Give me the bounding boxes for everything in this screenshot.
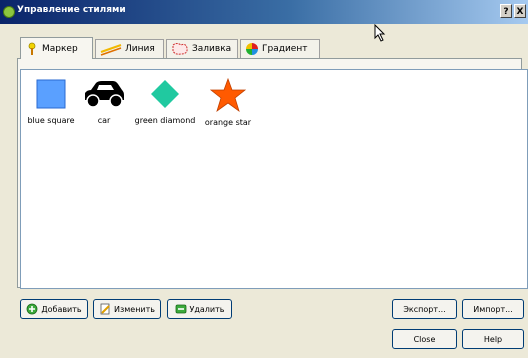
remove-icon <box>175 304 186 314</box>
marker-icon <box>28 42 36 55</box>
window-title: Управление стилями <box>17 5 126 15</box>
symbol-item-blue-square[interactable]: blue square <box>27 78 75 125</box>
tab-fill[interactable]: Заливка <box>166 39 238 58</box>
symbol-label: green diamond <box>134 116 196 125</box>
tab-fill-label: Заливка <box>192 44 232 54</box>
tab-gradient[interactable]: Градиент <box>240 39 320 58</box>
add-icon <box>26 303 38 315</box>
import-button-label: Импорт... <box>473 304 513 314</box>
symbol-item-green-diamond[interactable]: green diamond <box>131 78 199 125</box>
tab-line[interactable]: Линия <box>95 39 164 58</box>
tab-marker[interactable]: Маркер <box>20 37 93 59</box>
tab-marker-label: Маркер <box>42 43 78 54</box>
help-button-label: Help <box>483 334 503 344</box>
edit-icon <box>100 303 110 315</box>
remove-button[interactable]: Удалить <box>167 299 232 319</box>
close-title-button[interactable]: X <box>514 4 526 18</box>
symbol-item-orange-star[interactable]: orange star <box>201 78 255 127</box>
symbol-label: car <box>97 116 111 125</box>
fill-icon <box>172 43 188 55</box>
tab-line-label: Линия <box>125 44 155 54</box>
close-button[interactable]: Close <box>392 329 457 349</box>
symbol-item-car[interactable]: car <box>79 78 129 125</box>
gradient-icon <box>246 43 258 55</box>
symbol-label: blue square <box>27 116 75 125</box>
green-diamond-icon <box>151 80 179 108</box>
orange-star-icon <box>210 78 246 112</box>
mouse-cursor-icon <box>374 24 386 42</box>
qgis-icon <box>3 6 15 18</box>
help-button[interactable]: Help <box>462 329 524 349</box>
import-button[interactable]: Импорт... <box>462 299 524 319</box>
export-button[interactable]: Экспорт... <box>392 299 457 319</box>
edit-button-label: Изменить <box>114 304 155 314</box>
car-icon <box>85 81 124 108</box>
symbol-list[interactable]: blue square car green diamond orange sta… <box>20 69 528 289</box>
help-title-button[interactable]: ? <box>500 4 512 18</box>
export-button-label: Экспорт... <box>403 304 446 314</box>
add-button[interactable]: Добавить <box>20 299 88 319</box>
tab-gradient-label: Градиент <box>262 44 308 54</box>
title-bar: Управление стилями ? X <box>0 0 528 24</box>
blue-square-icon <box>36 79 66 109</box>
edit-button[interactable]: Изменить <box>93 299 161 319</box>
close-button-label: Close <box>413 334 436 344</box>
add-button-label: Добавить <box>41 304 82 314</box>
remove-button-label: Удалить <box>189 304 225 314</box>
line-icon <box>100 44 122 56</box>
symbol-label: orange star <box>204 118 252 127</box>
